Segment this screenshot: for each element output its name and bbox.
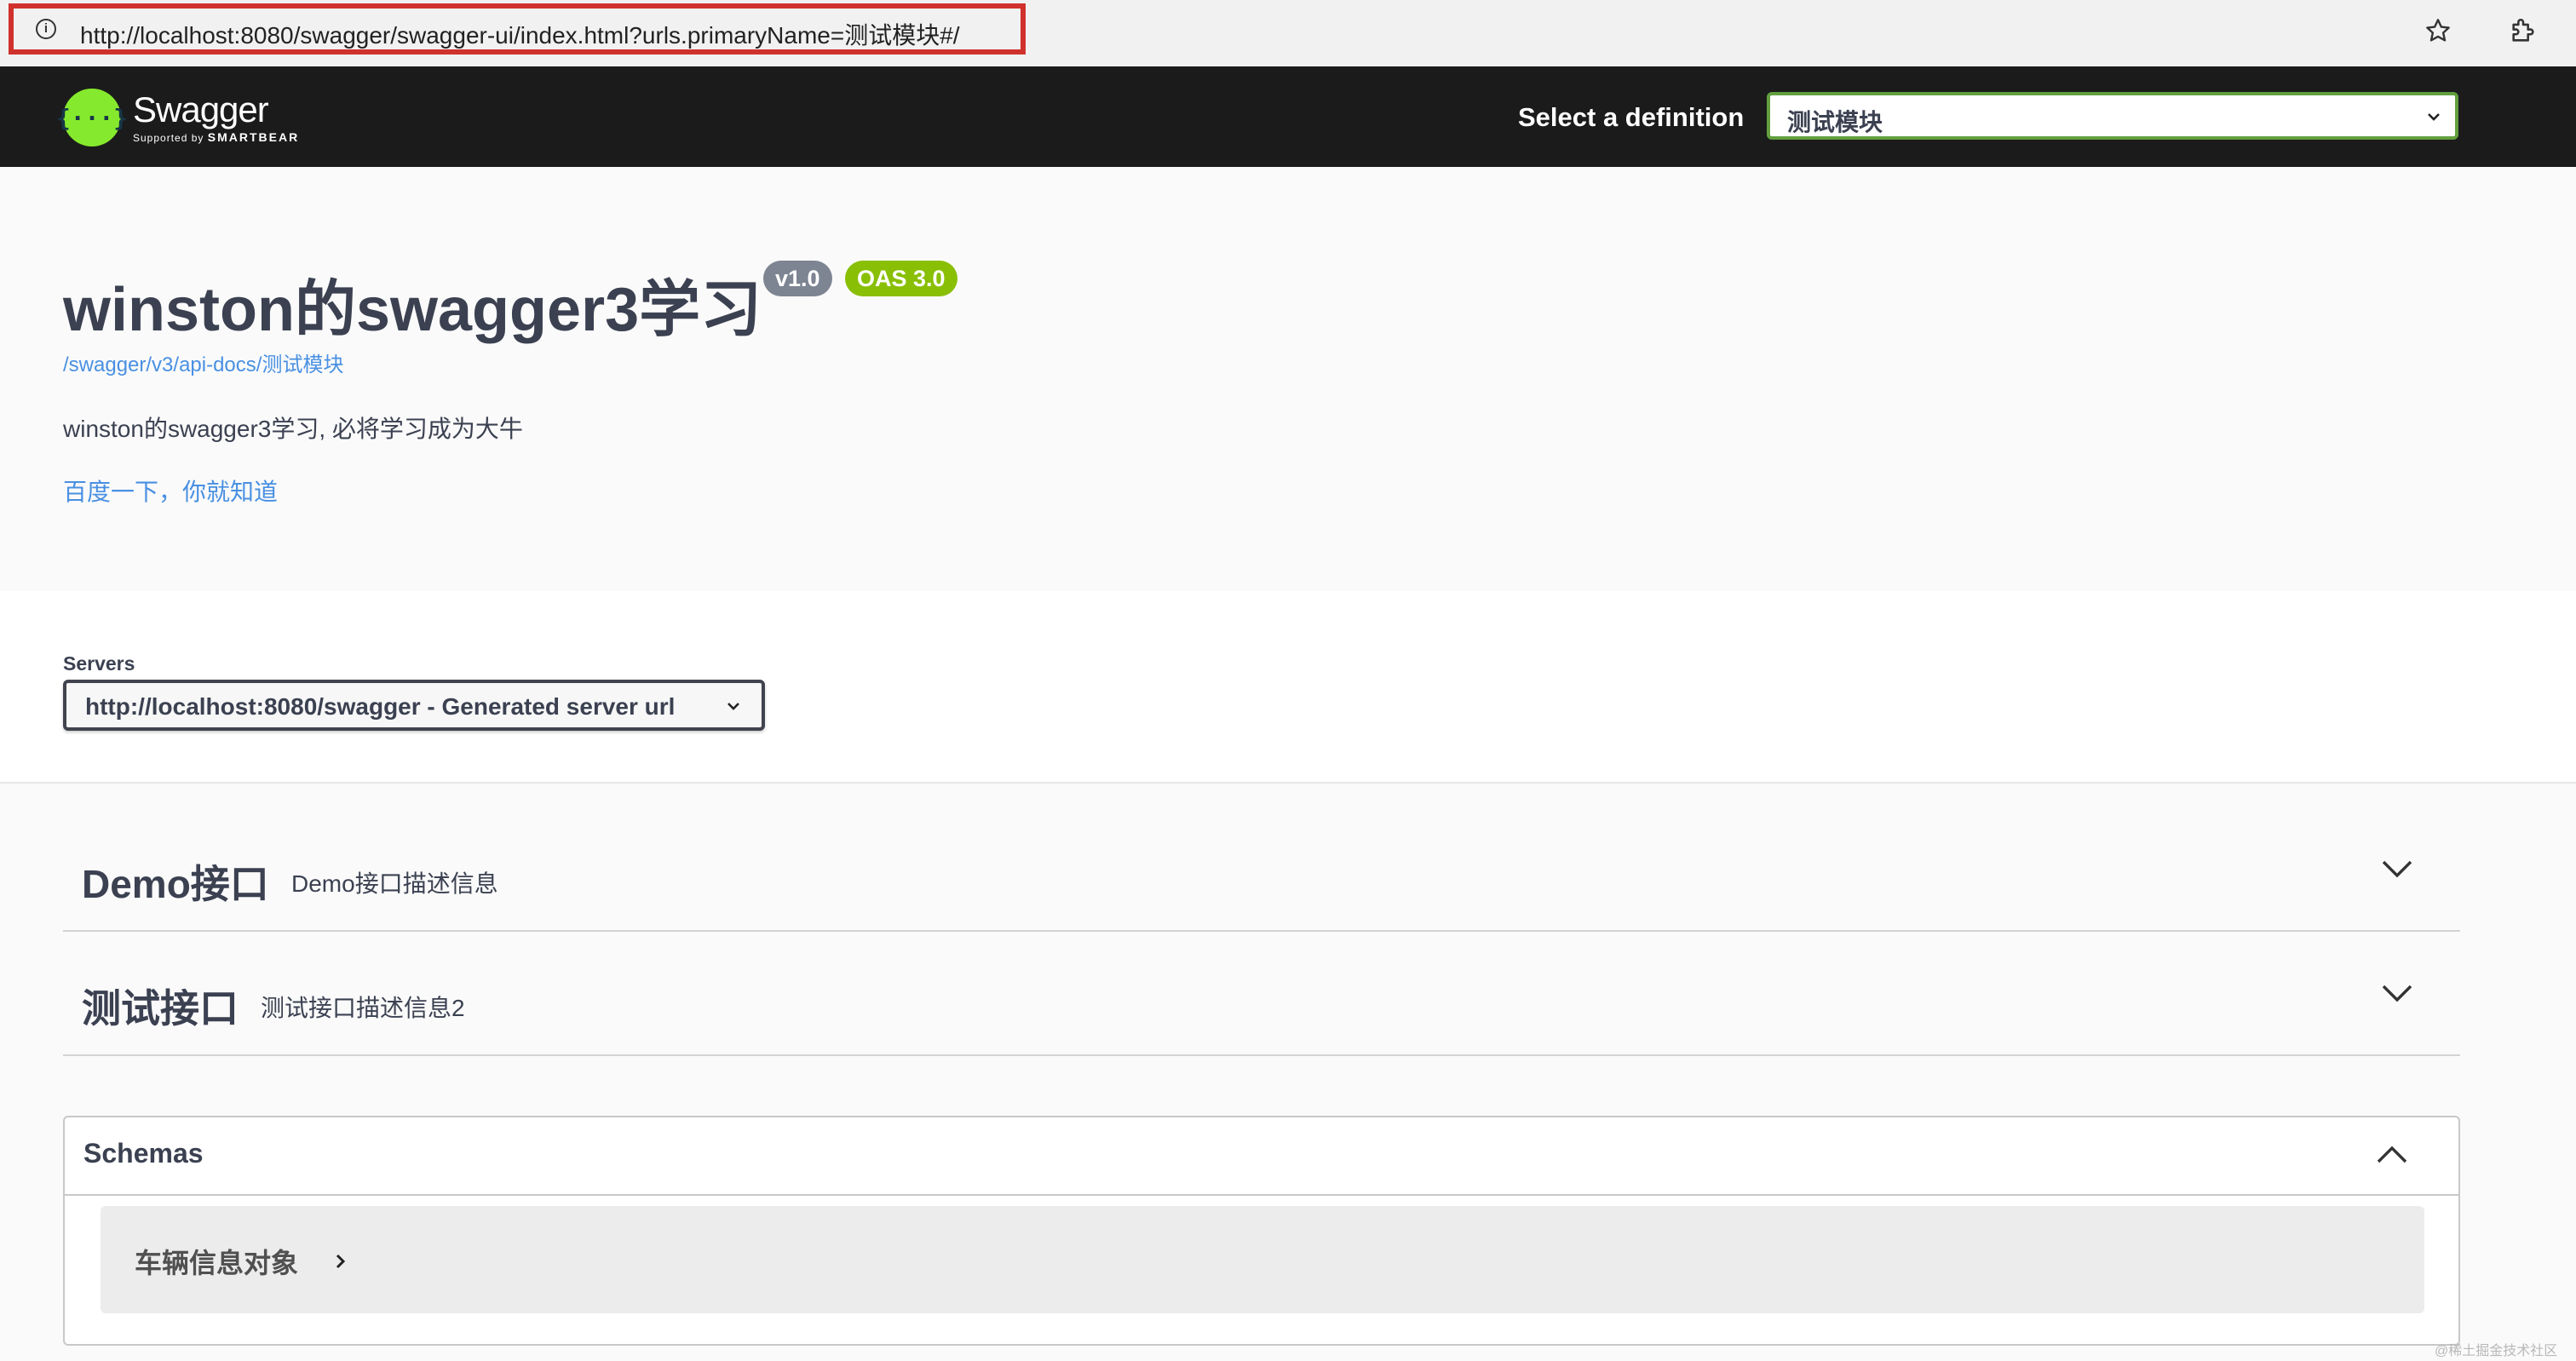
definition-select[interactable]: 测试模块 bbox=[1767, 92, 2458, 140]
schemas-title: Schemas bbox=[83, 1138, 204, 1169]
info-icon[interactable]: i bbox=[36, 19, 56, 39]
chevron-down-icon bbox=[2428, 113, 2440, 121]
swagger-logo[interactable]: {···} Swagger Supported by SMARTBEAR bbox=[56, 83, 299, 152]
tag-section-test[interactable]: 测试接口 测试接口描述信息2 bbox=[63, 932, 2460, 1056]
chevron-down-icon[interactable] bbox=[2378, 976, 2416, 1010]
swagger-logo-icon: {···} bbox=[56, 89, 128, 146]
tag-name[interactable]: 测试接口 bbox=[82, 978, 239, 1034]
servers-select-value: http://localhost:8080/swagger - Generate… bbox=[85, 693, 676, 720]
chevron-up-icon[interactable] bbox=[2373, 1138, 2411, 1172]
logo-brand: SMARTBEAR bbox=[207, 130, 300, 144]
url-field[interactable]: i http://localhost:8080/swagger/swagger-… bbox=[9, 3, 1026, 55]
swagger-topbar: {···} Swagger Supported by SMARTBEAR Sel… bbox=[0, 66, 2576, 167]
logo-name: Swagger bbox=[133, 89, 269, 129]
servers-label: Servers bbox=[63, 652, 135, 675]
tag-section-demo[interactable]: Demo接口 Demo接口描述信息 bbox=[63, 807, 2460, 932]
api-title: winston的swagger3学习 bbox=[63, 276, 762, 344]
logo-supported-text: Supported by bbox=[133, 132, 204, 144]
extension-icon[interactable] bbox=[2504, 12, 2542, 49]
schemas-header[interactable]: Schemas bbox=[65, 1117, 2458, 1196]
schemas-section: Schemas 车辆信息对象 bbox=[63, 1116, 2460, 1346]
tag-description: Demo接口描述信息 bbox=[291, 870, 498, 897]
api-description: winston的swagger3学习, 必将学习成为大牛 bbox=[63, 416, 523, 442]
logo-text: Swagger Supported by SMARTBEAR bbox=[133, 89, 299, 145]
chevron-down-icon[interactable] bbox=[2378, 852, 2416, 886]
url-text[interactable]: http://localhost:8080/swagger/swagger-ui… bbox=[80, 17, 960, 51]
browser-address-bar: i http://localhost:8080/swagger/swagger-… bbox=[0, 0, 2576, 67]
model-name[interactable]: 车辆信息对象 bbox=[135, 1242, 298, 1281]
oas-badge: OAS 3.0 bbox=[845, 261, 957, 296]
info-section: winston的swagger3学习 v1.0 OAS 3.0 /swagger… bbox=[0, 167, 2576, 591]
schema-model-row[interactable]: 车辆信息对象 bbox=[101, 1206, 2424, 1313]
servers-select[interactable]: http://localhost:8080/swagger - Generate… bbox=[63, 680, 765, 731]
external-docs-link[interactable]: 百度一下，你就知道 bbox=[63, 474, 278, 508]
definition-label: Select a definition bbox=[1518, 102, 1745, 132]
tag-name[interactable]: Demo接口 bbox=[82, 853, 269, 910]
chevron-right-icon[interactable] bbox=[331, 1250, 351, 1272]
watermark: @稀土掘金技术社区 bbox=[2435, 1344, 2558, 1358]
tag-description: 测试接口描述信息2 bbox=[261, 995, 465, 1021]
chevron-down-icon bbox=[727, 703, 739, 710]
api-docs-link[interactable]: /swagger/v3/api-docs/测试模块 bbox=[63, 347, 343, 377]
star-icon[interactable] bbox=[2419, 12, 2457, 49]
definition-select-value: 测试模块 bbox=[1787, 109, 1883, 135]
logo-subtitle: Supported by SMARTBEAR bbox=[133, 130, 299, 144]
version-badge: v1.0 bbox=[763, 261, 832, 296]
